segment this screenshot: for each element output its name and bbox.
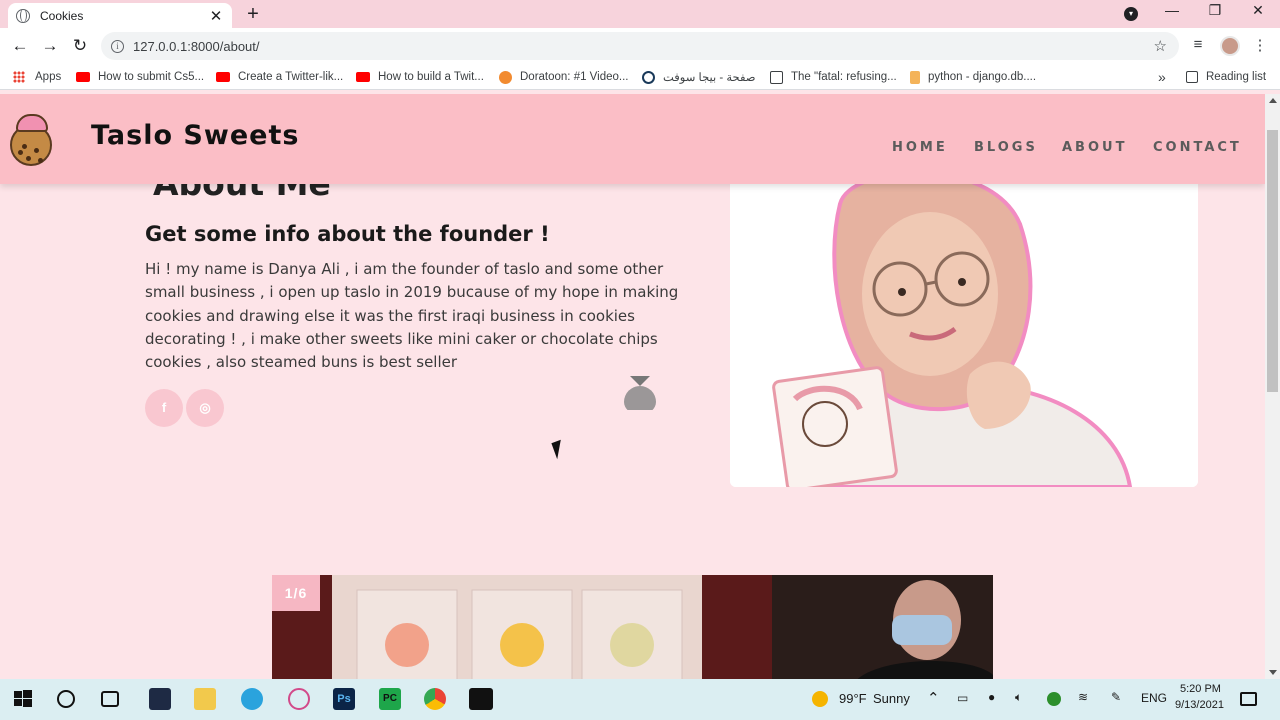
founder-bio: Hi ! my name is Danya Ali , i am the fou… xyxy=(145,260,679,372)
bookmark-apps[interactable]: Apps xyxy=(13,68,61,86)
globe-icon xyxy=(16,8,30,23)
bookmark-item[interactable]: Create a Twitter-lik... xyxy=(216,68,343,86)
photoshop-icon[interactable]: Ps xyxy=(333,688,355,710)
windows-start-icon[interactable] xyxy=(12,688,34,710)
reload-icon[interactable]: ↻ xyxy=(70,36,90,56)
doratoon-icon xyxy=(499,70,512,84)
volume-icon[interactable]: 🔈︎ xyxy=(1015,690,1022,705)
nav-contact[interactable]: CONTACT xyxy=(1153,140,1242,155)
pycharm-icon[interactable]: PC xyxy=(379,688,401,710)
founder-subheading: Get some info about the founder ! xyxy=(145,222,550,246)
file-explorer-icon[interactable] xyxy=(194,688,216,710)
minimize-button[interactable]: — xyxy=(1157,2,1187,18)
site-header: Taslo Sweets HOME BLOGS ABOUT CONTACT xyxy=(0,94,1265,184)
windows-taskbar: Ps PC 99°F Sunny ⌃ ▭ ● 🔈︎ ≋ ✎ ENG 5:20 P… xyxy=(0,679,1280,720)
instagram-icon[interactable]: ◎ xyxy=(186,389,224,427)
task-view-icon[interactable] xyxy=(101,691,119,707)
forward-arrow-icon[interactable]: → xyxy=(40,36,60,56)
tray-overflow-icon[interactable]: ⌃ xyxy=(927,689,940,707)
bookmarks-overflow-button[interactable]: » xyxy=(1158,68,1166,86)
bookmark-label: Doratoon: #1 Video... xyxy=(520,71,629,83)
reading-list-label: Reading list xyxy=(1206,71,1267,83)
bookmark-label: صفحة - بيجا سوفت xyxy=(663,72,756,84)
bigasoft-icon xyxy=(642,70,655,84)
pen-icon[interactable]: ✎ xyxy=(1111,690,1121,704)
cookie-hat-icon xyxy=(16,114,48,132)
terminal-icon[interactable] xyxy=(469,688,493,710)
apps-grid-icon xyxy=(13,71,25,83)
scrollbar-thumb[interactable] xyxy=(1267,130,1278,392)
scroll-down-icon[interactable] xyxy=(1269,670,1277,675)
loading-spinner-icon xyxy=(624,376,656,410)
bookmarks-bar: Apps How to submit Cs5... Create a Twitt… xyxy=(0,64,1280,90)
snipping-icon[interactable] xyxy=(288,688,310,710)
bookmark-star-icon[interactable]: ☆ xyxy=(1154,37,1167,55)
scroll-up-icon[interactable] xyxy=(1269,98,1277,103)
youtube-icon xyxy=(76,72,90,82)
search-icon[interactable] xyxy=(57,690,75,708)
terminal-icon xyxy=(770,70,783,84)
bookmark-item[interactable]: How to build a Twit... xyxy=(356,68,484,86)
bookmark-label: Create a Twitter-lik... xyxy=(238,71,344,83)
youtube-icon xyxy=(356,72,370,82)
profile-avatar[interactable] xyxy=(1220,36,1240,56)
image-slider[interactable]: 1/6 xyxy=(272,575,993,679)
new-tab-button[interactable]: + xyxy=(243,3,263,26)
site-info-icon[interactable]: i xyxy=(111,39,124,53)
battery-icon[interactable]: ▭ xyxy=(957,691,968,705)
slide-counter: 1/6 xyxy=(272,575,320,611)
weather-text[interactable]: Sunny xyxy=(873,691,910,706)
page-viewport: About Me Taslo Sweets HOME BLOGS ABOUT C… xyxy=(0,94,1265,679)
bookmark-item[interactable]: How to submit Cs5... xyxy=(76,68,204,86)
stackoverflow-icon xyxy=(910,70,920,84)
page-scrollbar[interactable] xyxy=(1265,94,1280,679)
language-indicator[interactable]: ENG xyxy=(1141,691,1167,705)
youtube-icon xyxy=(216,72,230,82)
url-text[interactable]: 127.0.0.1:8000/about/ xyxy=(133,39,1154,54)
founder-portrait-illustration xyxy=(730,184,1198,487)
weather-sun-icon[interactable] xyxy=(812,691,828,707)
clock-date[interactable]: 9/13/2021 xyxy=(1175,699,1224,711)
bookmark-item[interactable]: Doratoon: #1 Video... xyxy=(499,68,628,86)
bookmark-label: How to build a Twit... xyxy=(378,71,484,83)
bookmark-item[interactable]: python - django.db.... xyxy=(910,68,1036,86)
close-window-button[interactable]: ✕ xyxy=(1243,2,1273,19)
bookmark-item[interactable]: The "fatal: refusing... xyxy=(770,68,897,86)
bookmark-label: Apps xyxy=(35,71,62,83)
telegram-icon[interactable] xyxy=(241,688,263,710)
chrome-profile-menu-icon[interactable]: ▾ xyxy=(1124,7,1138,21)
menu-kebab-icon[interactable]: ⋮ xyxy=(1250,36,1270,54)
bookmark-label: The "fatal: refusing... xyxy=(791,71,897,83)
taslo-cookie-logo[interactable] xyxy=(10,114,54,166)
media-control-icon[interactable]: ≡ xyxy=(1188,36,1208,53)
bookmark-item[interactable]: صفحة - بيجا سوفت xyxy=(642,68,756,86)
browser-toolbar: ← → ↻ i 127.0.0.1:8000/about/ ☆ ≡ ⋮ xyxy=(0,28,1280,64)
founder-photo xyxy=(730,184,1198,487)
restore-button[interactable]: ❐ xyxy=(1200,2,1230,19)
pycharm-tool-icon[interactable] xyxy=(149,688,171,710)
facebook-icon[interactable]: f xyxy=(145,389,183,427)
site-brand[interactable]: Taslo Sweets xyxy=(91,120,299,151)
security-shield-icon[interactable] xyxy=(1047,692,1061,706)
wifi-icon[interactable]: ≋ xyxy=(1078,690,1088,704)
reading-list-button[interactable]: Reading list xyxy=(1186,68,1266,86)
chrome-icon[interactable] xyxy=(424,688,446,710)
address-bar[interactable]: i 127.0.0.1:8000/about/ ☆ xyxy=(101,32,1179,60)
nav-blogs[interactable]: BLOGS xyxy=(974,140,1038,155)
bookmark-label: How to submit Cs5... xyxy=(98,71,205,83)
nav-home[interactable]: HOME xyxy=(892,140,948,155)
clock-time[interactable]: 5:20 PM xyxy=(1180,683,1221,695)
tab-close-button[interactable]: ✕ xyxy=(208,7,224,25)
reading-list-icon xyxy=(1186,71,1198,83)
bookmark-label: python - django.db.... xyxy=(928,71,1037,83)
notification-center-icon[interactable] xyxy=(1240,692,1257,706)
weather-temp[interactable]: 99°F xyxy=(839,691,867,706)
microphone-icon[interactable]: ● xyxy=(988,690,995,704)
browser-tab[interactable]: Cookies ✕ xyxy=(8,3,232,28)
browser-tab-strip: Cookies ✕ + ▾ — ❐ ✕ xyxy=(0,0,1280,28)
tab-title: Cookies xyxy=(40,8,84,23)
back-arrow-icon[interactable]: ← xyxy=(10,36,30,56)
nav-about[interactable]: ABOUT xyxy=(1062,140,1127,155)
slide-image xyxy=(272,575,993,679)
